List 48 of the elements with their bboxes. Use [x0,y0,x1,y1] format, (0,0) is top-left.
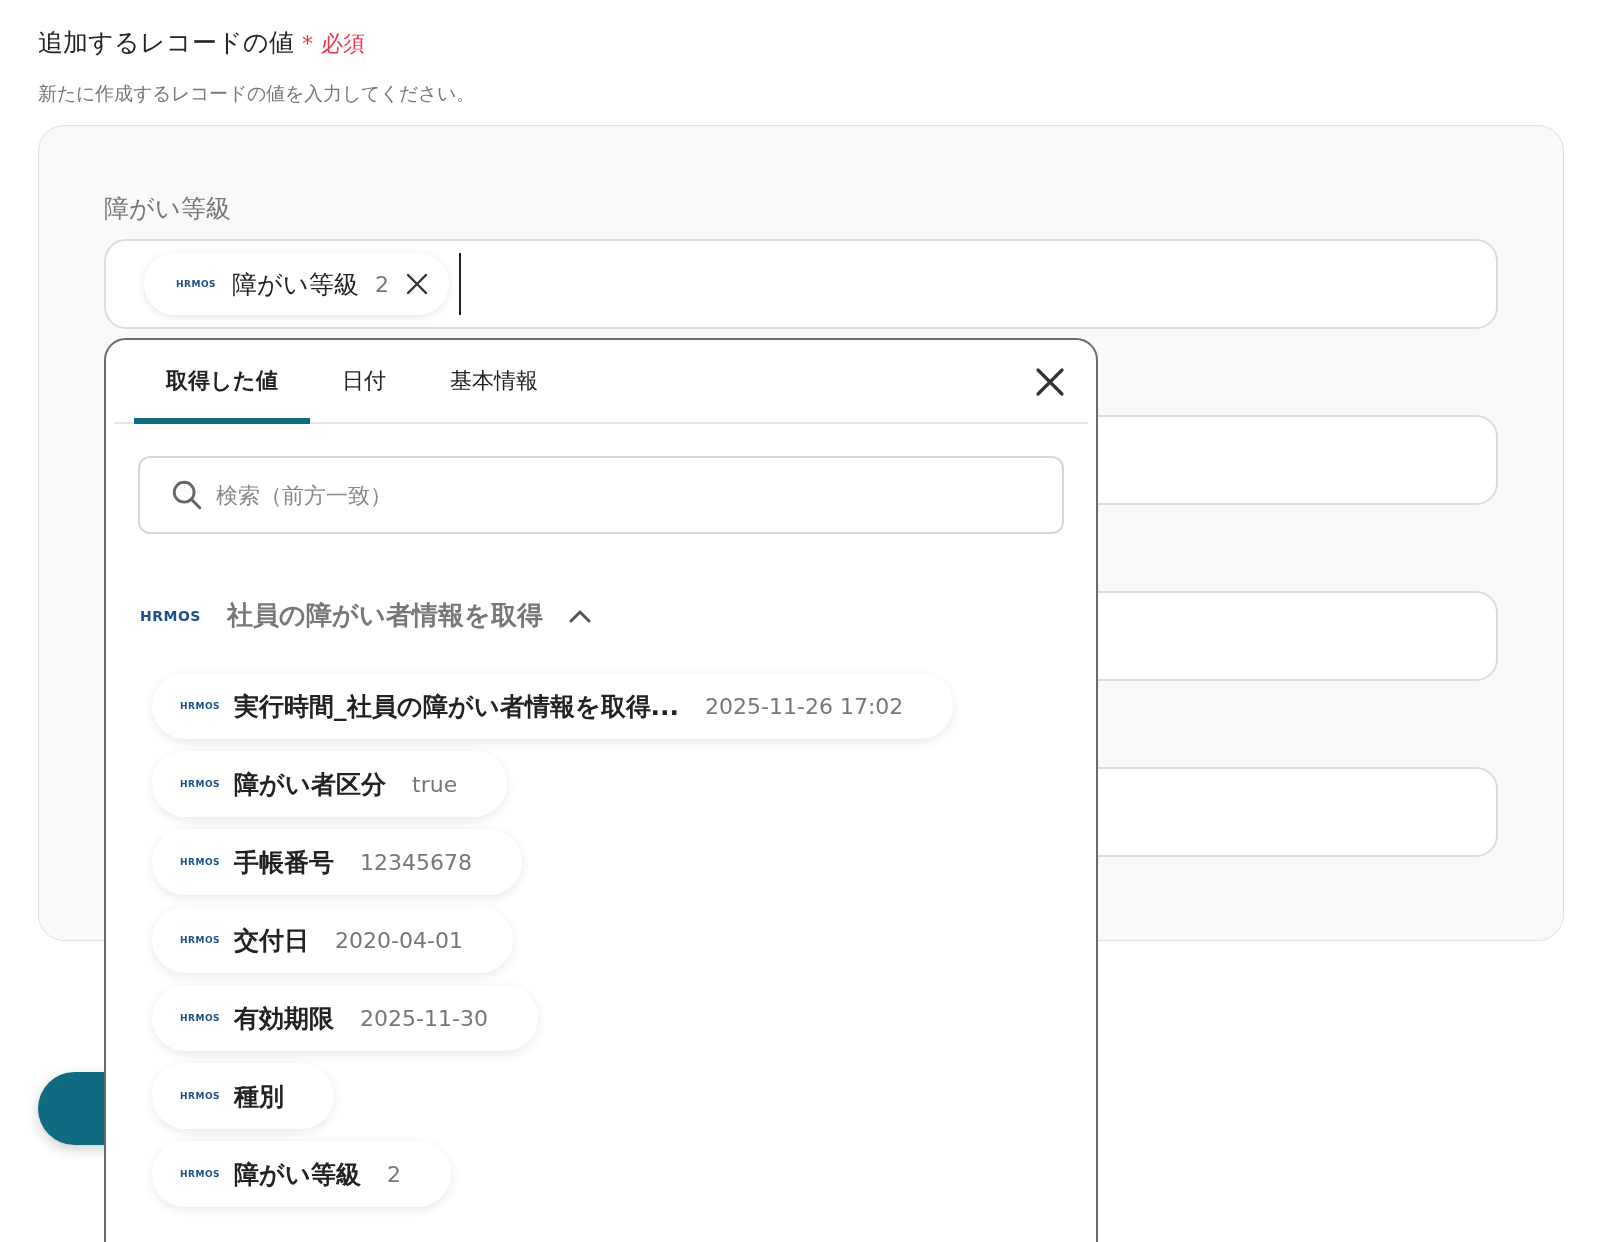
group-title: 社員の障がい者情報を取得 [226,599,543,632]
hrmos-logo: HRMOS [180,701,221,711]
hrmos-logo: HRMOS [180,1013,221,1023]
section-description: 新たに作成するレコードの値を入力してください。 [38,81,476,106]
value-item[interactable]: HRMOS 障がい者区分 true [152,751,508,817]
required-label: 必須 [321,30,365,58]
required-mark: * [302,31,313,56]
value-chip[interactable]: HRMOS 障がい等級 2 [144,253,450,315]
search-icon [170,478,204,512]
tab[interactable]: 基本情報 [418,366,570,424]
item-label: 手帳番号 [234,846,335,879]
value-item[interactable]: HRMOS 手帳番号 12345678 [152,829,523,895]
search-field[interactable]: 検索（前方一致） [138,456,1064,534]
tab[interactable]: 日付 [310,366,418,424]
value-item[interactable]: HRMOS 交付日 2020-04-01 [152,907,513,973]
item-value: 2 [387,1161,402,1187]
item-value: 2020-04-01 [335,927,463,953]
value-item[interactable]: HRMOS 有効期限 2025-11-30 [152,985,538,1051]
text-cursor [459,253,462,315]
item-value: 2025-11-26 17:02 [705,693,904,719]
item-label: 実行時間_社員の障がい者情報を取得... [234,690,680,723]
chip-label: 障がい等級 [232,268,360,301]
value-item[interactable]: HRMOS 実行時間_社員の障がい者情報を取得... 2025-11-26 17:02 [152,673,954,739]
item-label: 交付日 [234,924,310,957]
field-label: 障がい等級 [104,193,232,225]
close-icon [1034,366,1066,398]
hrmos-logo: HRMOS [180,857,221,867]
hrmos-logo: HRMOS [180,1169,221,1179]
remove-icon [405,272,430,296]
tab[interactable]: 取得した値 [134,366,310,424]
hrmos-logo: HRMOS [180,935,221,945]
hrmos-logo: HRMOS [176,279,217,289]
item-label: 有効期限 [234,1002,335,1035]
item-label: 種別 [234,1080,285,1113]
item-value: 12345678 [360,849,473,875]
chevron-up-icon[interactable] [568,608,591,623]
value-item[interactable]: HRMOS 種別 [152,1063,335,1129]
item-label: 障がい等級 [234,1158,362,1191]
hrmos-logo: HRMOS [140,607,201,624]
input-field[interactable]: HRMOS 障がい等級 2 [104,239,1498,329]
chip-value: 2 [375,271,390,297]
item-value: true [412,771,458,797]
section-title: 追加するレコードの値 [38,27,294,59]
value-item[interactable]: HRMOS 障がい等級 2 [152,1141,452,1207]
hrmos-logo: HRMOS [180,779,221,789]
item-label: 障がい者区分 [234,768,387,801]
hrmos-logo: HRMOS [180,1091,221,1101]
item-value: 2025-11-30 [360,1005,488,1031]
